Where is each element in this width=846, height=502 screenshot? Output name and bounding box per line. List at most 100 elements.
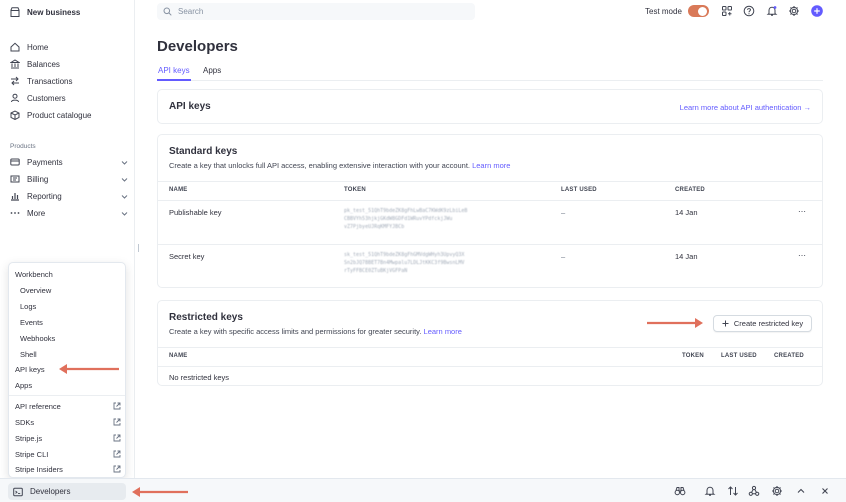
menu-item-stripe-js[interactable]: Stripe.js: [15, 431, 121, 445]
sidebar-item-reporting[interactable]: Reporting: [10, 189, 128, 203]
gear-icon[interactable]: [771, 485, 783, 497]
row-overflow-menu-icon[interactable]: ⋯: [798, 207, 807, 216]
sidebar-item-balances[interactable]: Balances: [10, 57, 128, 71]
sidebar-item-product-catalogue[interactable]: Product catalogue: [10, 108, 128, 122]
sidebar-item-label: Billing: [27, 174, 49, 184]
api-keys-card: API keys Learn more about API authentica…: [157, 89, 823, 124]
restricted-keys-learn-more-link[interactable]: Learn more: [424, 327, 462, 336]
created-value: 14 Jan: [675, 208, 698, 217]
menu-item-logs[interactable]: Logs: [20, 299, 121, 313]
menu-item-label: API reference: [15, 401, 61, 411]
business-name: New business: [27, 7, 81, 17]
table-divider: [158, 181, 822, 182]
sidebar-item-billing[interactable]: Billing: [10, 172, 128, 186]
tabs-divider: [157, 80, 823, 81]
workbench-header[interactable]: Workbench: [15, 267, 121, 281]
store-icon: [10, 7, 20, 17]
sidebar-item-customers[interactable]: Customers: [10, 91, 128, 105]
external-link-icon: [113, 465, 121, 473]
page-title: Developers: [157, 38, 238, 55]
column-header-last-used: LAST USED: [561, 187, 597, 193]
menu-item-label: Stripe Insiders: [15, 464, 63, 474]
developers-button[interactable]: Developers: [8, 483, 126, 500]
external-link-icon: [113, 418, 121, 426]
column-header-name: NAME: [169, 353, 188, 359]
menu-item-apps[interactable]: Apps: [15, 378, 121, 392]
standard-keys-card: Standard keys Create a key that unlocks …: [157, 134, 823, 288]
plus-icon: [722, 320, 729, 327]
sidebar-item-transactions[interactable]: Transactions: [10, 74, 128, 88]
sidebar-item-label: Reporting: [27, 191, 62, 201]
key-name-secret: Secret key: [169, 252, 205, 261]
sidebar-item-home[interactable]: Home: [10, 40, 128, 54]
empty-state-text: No restricted keys: [169, 373, 230, 382]
search-input[interactable]: Search: [157, 3, 475, 20]
webhooks-icon[interactable]: [748, 485, 760, 497]
bell-icon[interactable]: [704, 485, 716, 497]
menu-item-stripe-insiders[interactable]: Stripe Insiders: [15, 462, 121, 476]
test-mode-label: Test mode: [645, 6, 682, 16]
table-divider: [158, 347, 822, 348]
menu-item-api-reference[interactable]: API reference: [15, 399, 121, 413]
home-icon: [10, 42, 20, 52]
row-overflow-menu-icon[interactable]: ⋯: [798, 251, 807, 260]
tab-api-keys[interactable]: API keys: [158, 66, 190, 75]
sidebar-resize-handle[interactable]: [138, 244, 139, 252]
active-tab-indicator: [157, 79, 191, 81]
column-header-token: TOKEN: [344, 187, 366, 193]
create-restricted-key-button[interactable]: Create restricted key: [713, 315, 812, 332]
api-authentication-link[interactable]: Learn more about API authentication →: [680, 103, 811, 112]
menu-item-api-keys[interactable]: API keys: [15, 362, 121, 376]
products-section-label: Products: [10, 143, 36, 150]
chevron-up-icon[interactable]: [795, 485, 807, 497]
apps-grid-icon[interactable]: [721, 5, 733, 17]
sidebar-item-more[interactable]: More: [10, 206, 128, 220]
plus-create-icon[interactable]: [811, 5, 823, 17]
key-name-publishable: Publishable key: [169, 208, 222, 217]
publishable-key-token[interactable]: pk_test_51QhT9bdeZK8gFhLwBaC7KWdK9zLbiLe…: [344, 207, 494, 231]
close-icon[interactable]: [819, 485, 831, 497]
restricted-keys-description: Create a key with specific access limits…: [169, 327, 462, 336]
menu-item-stripe-cli[interactable]: Stripe CLI: [15, 447, 121, 461]
binoculars-icon[interactable]: [674, 485, 686, 497]
tab-apps[interactable]: Apps: [203, 66, 221, 75]
created-value: 14 Jan: [675, 252, 698, 261]
create-restricted-key-label: Create restricted key: [733, 319, 804, 328]
column-header-created: CREATED: [774, 353, 804, 359]
external-link-icon: [113, 450, 121, 458]
menu-item-overview[interactable]: Overview: [20, 283, 121, 297]
restricted-keys-card: Restricted keys Create a key with specif…: [157, 300, 823, 386]
search-icon: [163, 7, 172, 16]
developers-menu: Workbench Overview Logs Events Webhooks …: [8, 262, 126, 478]
standard-keys-learn-more-link[interactable]: Learn more: [472, 161, 510, 170]
menu-item-webhooks[interactable]: Webhooks: [20, 331, 121, 345]
secret-key-token[interactable]: sk_test_51QhT9bdeZK8gFhGMVdgWHyh3UpvyQ3X…: [344, 251, 494, 275]
sidebar-item-payments[interactable]: Payments: [10, 155, 128, 169]
developers-label: Developers: [30, 487, 71, 496]
menu-item-events[interactable]: Events: [20, 315, 121, 329]
search-placeholder: Search: [178, 7, 204, 16]
box-icon: [10, 110, 20, 120]
menu-item-sdks[interactable]: SDKs: [15, 415, 121, 429]
menu-item-shell[interactable]: Shell: [20, 347, 121, 361]
sort-arrows-icon[interactable]: [727, 485, 739, 497]
test-mode-toggle[interactable]: [687, 5, 709, 17]
sidebar-item-label: Product catalogue: [27, 110, 92, 120]
billing-icon: [10, 174, 20, 184]
sidebar-item-label: Transactions: [27, 76, 73, 86]
menu-item-label: Stripe.js: [15, 433, 43, 443]
test-mode-control: Test mode: [645, 5, 709, 17]
chevron-down-icon: [121, 210, 128, 217]
gear-icon[interactable]: [788, 5, 800, 17]
table-divider: [158, 366, 822, 367]
sidebar-item-label: Customers: [27, 93, 66, 103]
help-icon[interactable]: [743, 5, 755, 17]
business-switcher[interactable]: New business: [10, 5, 80, 19]
bell-icon[interactable]: [766, 5, 778, 17]
api-keys-card-title: API keys: [169, 101, 211, 112]
arrows-swap-icon: [10, 76, 20, 86]
person-icon: [10, 93, 20, 103]
chart-icon: [10, 191, 20, 201]
chevron-down-icon: [121, 193, 128, 200]
table-divider: [158, 244, 822, 245]
